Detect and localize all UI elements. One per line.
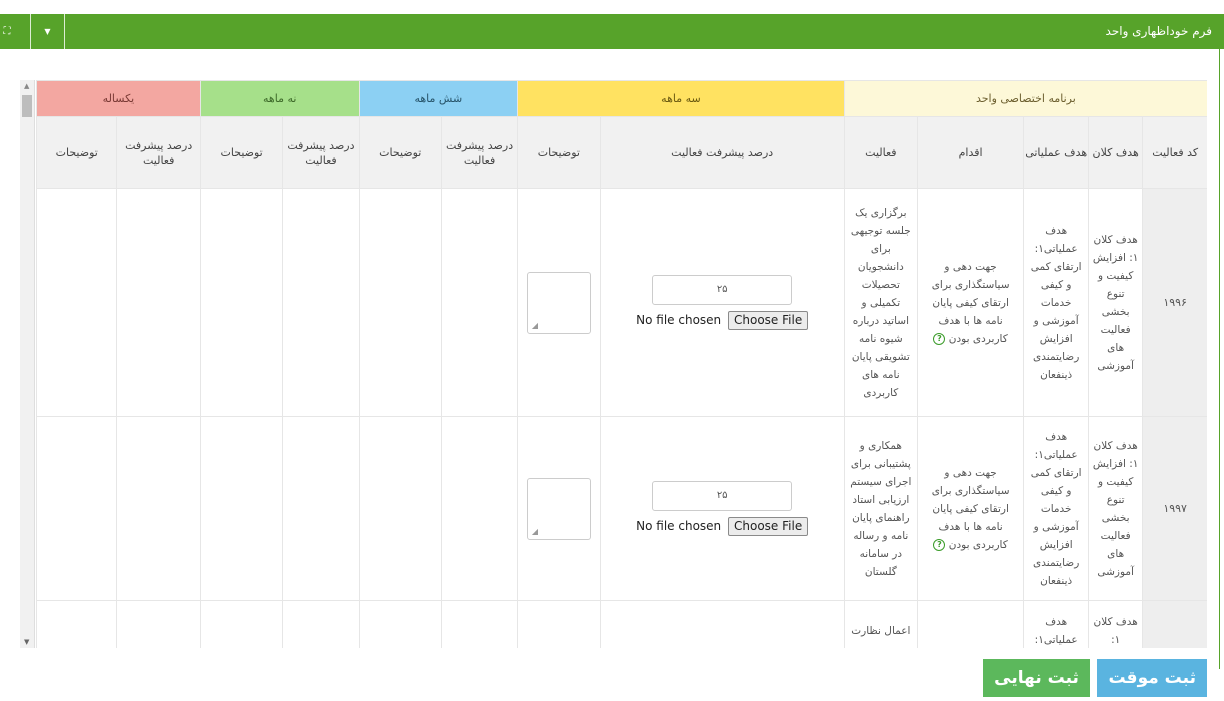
activity-description: اعمال نظارت: [843, 600, 918, 648]
header-operational-goal[interactable]: هدف عملیاتی: [1023, 116, 1090, 189]
six-month-comments: [358, 416, 442, 601]
band-six-month: شش ماهه: [358, 80, 519, 117]
action-cell: جهت دهی و سیاستگذاری برای ارتقای کیفی پا…: [916, 188, 1025, 417]
action-cell: جهت دهی و سیاستگذاری برای ارتقای کیفی پا…: [916, 416, 1025, 601]
activity-table: برنامه اختصاصی واحد سه ماهه شش ماهه نه م…: [35, 80, 1207, 648]
year-comments: [35, 600, 118, 648]
activity-description: همکاری و پشتیبانی برای اجرای سیستم ارزیا…: [843, 416, 918, 601]
nine-month-progress: [282, 600, 360, 648]
file-status: No file chosen: [636, 519, 722, 533]
header-macro-goal[interactable]: هدف کلان: [1088, 116, 1144, 189]
scroll-thumb[interactable]: [22, 95, 32, 117]
progress-input[interactable]: ۲۵: [652, 481, 793, 511]
resize-grip-icon[interactable]: ◢: [532, 321, 538, 330]
table-row: هدف کلان ۱: هدف عملیاتی۱: اعمال نظارت: [35, 600, 1207, 648]
header-progress-year[interactable]: درصد پیشرفت فعالیت: [116, 116, 201, 189]
column-header-row: کد فعالیت هدف کلان هدف عملیاتی اقدام فعا…: [35, 116, 1207, 189]
temp-save-button[interactable]: ثبت موقت: [1097, 659, 1207, 697]
choose-file-button[interactable]: Choose File: [728, 311, 809, 330]
header-comments-nine[interactable]: توضیحات: [199, 116, 284, 189]
table-row: ۱۹۹۷ هدف کلان ۱: افزایش کیفیت و تنوع بخش…: [35, 416, 1207, 601]
comments-textarea[interactable]: ◢: [526, 477, 591, 540]
header-comments[interactable]: توضیحات: [517, 116, 601, 189]
band-nine-month: نه ماهه: [199, 80, 360, 117]
form-actions: ثبت موقت ثبت نهایی: [979, 659, 1207, 697]
progress-cell: ۲۵ No file chosen Choose File: [599, 188, 845, 417]
form-header-bar: فرم خوداظهاری واحد ▼ ⛶: [0, 14, 1224, 49]
six-month-progress: [440, 600, 519, 648]
band-three-month: سه ماهه: [517, 80, 845, 117]
scroll-down-icon[interactable]: ▼: [24, 638, 29, 646]
table-row: ۱۹۹۶ هدف کلان ۱: افزایش کیفیت و تنوع بخش…: [35, 188, 1207, 417]
action-text: جهت دهی و سیاستگذاری برای ارتقای کیفی پا…: [931, 466, 1010, 551]
period-band-row: برنامه اختصاصی واحد سه ماهه شش ماهه نه م…: [36, 80, 1207, 117]
comments-cell: ◢: [517, 416, 601, 601]
nine-month-comments: [199, 416, 284, 601]
band-one-year: یکساله: [36, 80, 201, 117]
help-circle-icon[interactable]: ?: [933, 332, 946, 345]
header-activity-code[interactable]: کد فعالیت: [1142, 116, 1207, 189]
form-title: فرم خوداظهاری واحد: [1105, 24, 1212, 38]
year-comments: [35, 188, 118, 417]
six-month-comments: [358, 600, 442, 648]
comments-cell: [517, 600, 601, 648]
six-month-progress: [440, 188, 519, 417]
file-upload: No file chosen Choose File: [601, 517, 844, 536]
activity-grid: برنامه اختصاصی واحد سه ماهه شش ماهه نه م…: [20, 80, 1207, 648]
macro-goal: هدف کلان ۱: افزایش کیفیت و تنوع بخشی فعا…: [1088, 188, 1144, 417]
macro-goal: هدف کلان ۱: افزایش کیفیت و تنوع بخشی فعا…: [1088, 416, 1144, 601]
nine-month-comments: [199, 600, 284, 648]
nine-month-progress: [282, 416, 360, 601]
activity-description: برگزاری یک جلسه توجیهی برای دانشجویان تح…: [843, 188, 918, 417]
progress-cell: [599, 600, 845, 648]
scroll-up-icon[interactable]: ▲: [24, 82, 29, 90]
activity-code: ۱۹۹۶: [1142, 188, 1207, 417]
header-progress-nine[interactable]: درصد پیشرفت فعالیت: [282, 116, 360, 189]
header-action[interactable]: اقدام: [916, 116, 1025, 189]
comments-cell: ◢: [517, 188, 601, 417]
expand-icon[interactable]: ⛶: [0, 14, 14, 49]
resize-grip-icon[interactable]: ◢: [532, 527, 538, 536]
header-progress-six[interactable]: درصد پیشرفت فعالیت: [440, 116, 519, 189]
action-cell: [916, 600, 1025, 648]
nine-month-progress: [282, 188, 360, 417]
year-progress: [116, 188, 201, 417]
help-circle-icon[interactable]: ?: [933, 538, 946, 551]
file-status: No file chosen: [636, 313, 722, 327]
caret-down-icon[interactable]: ▼: [30, 14, 65, 49]
progress-input[interactable]: ۲۵: [652, 275, 793, 305]
nine-month-comments: [199, 188, 284, 417]
band-special-program: برنامه اختصاصی واحد: [843, 80, 1207, 117]
operational-goal: هدف عملیاتی۱: ارتقای کمی و کیفی خدمات آم…: [1023, 188, 1090, 417]
activity-code: [1142, 600, 1207, 648]
final-save-button[interactable]: ثبت نهایی: [983, 659, 1090, 697]
six-month-progress: [440, 416, 519, 601]
activity-code: ۱۹۹۷: [1142, 416, 1207, 601]
comments-textarea[interactable]: ◢: [526, 271, 591, 334]
header-comments-year[interactable]: توضیحات: [35, 116, 118, 189]
operational-goal: هدف عملیاتی۱: ارتقای کمی و کیفی خدمات آم…: [1023, 416, 1090, 601]
header-progress-percent[interactable]: درصد پیشرفت فعالیت: [599, 116, 845, 189]
macro-goal: هدف کلان ۱:: [1088, 600, 1144, 648]
choose-file-button[interactable]: Choose File: [728, 517, 809, 536]
year-comments: [35, 416, 118, 601]
year-progress: [116, 416, 201, 601]
progress-cell: ۲۵ No file chosen Choose File: [599, 416, 845, 601]
action-text: جهت دهی و سیاستگذاری برای ارتقای کیفی پا…: [931, 260, 1010, 345]
header-activity[interactable]: فعالیت: [843, 116, 918, 189]
header-comments-six[interactable]: توضیحات: [358, 116, 442, 189]
vertical-scrollbar[interactable]: ▲ ▼: [20, 80, 35, 648]
six-month-comments: [358, 188, 442, 417]
year-progress: [116, 600, 201, 648]
form-border: [1219, 49, 1220, 669]
operational-goal: هدف عملیاتی۱:: [1023, 600, 1090, 648]
file-upload: No file chosen Choose File: [601, 311, 844, 330]
